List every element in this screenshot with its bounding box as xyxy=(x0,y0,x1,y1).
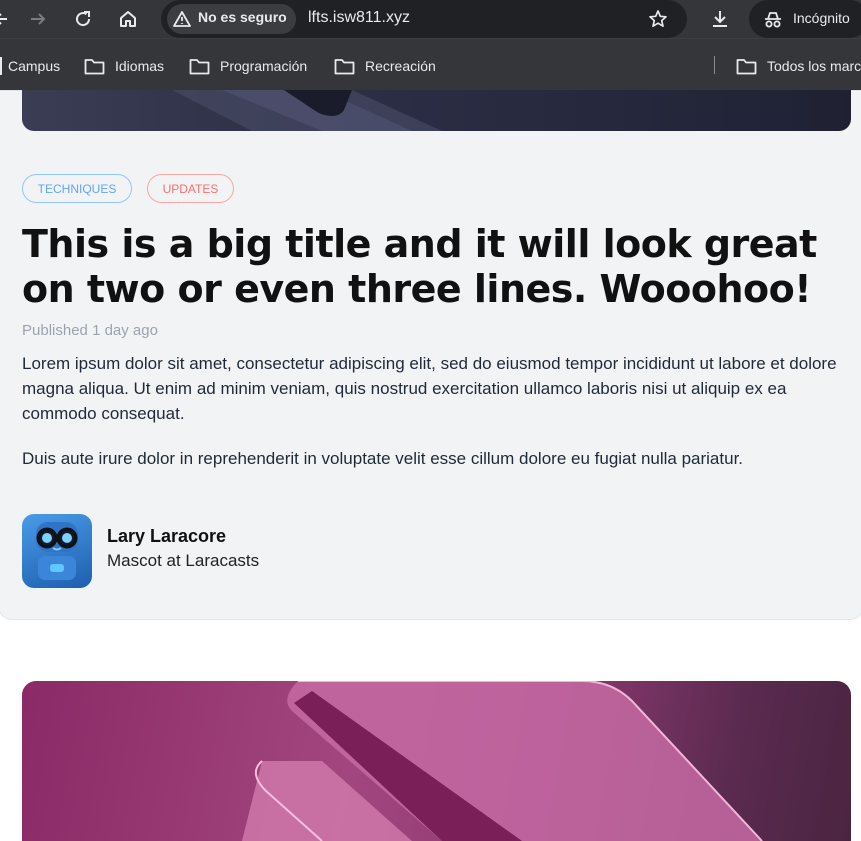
post-title[interactable]: This is a big title and it will look gre… xyxy=(22,222,852,312)
folder-icon xyxy=(736,58,757,74)
bookmark-label: Programación xyxy=(220,58,308,74)
back-arrow-icon[interactable] xyxy=(0,8,14,30)
folder-icon xyxy=(0,57,2,75)
hero-illustration xyxy=(172,90,442,131)
author-name: Lary Laracore xyxy=(107,526,227,546)
robot-mascot-icon xyxy=(36,522,78,580)
bookmark-label: Idiomas xyxy=(115,58,165,74)
all-bookmarks[interactable]: Todos los marc xyxy=(736,56,861,76)
post-hero-image[interactable] xyxy=(22,90,851,131)
folder-icon xyxy=(84,58,105,74)
security-label: No es seguro xyxy=(198,9,287,25)
forward-arrow-icon[interactable] xyxy=(27,8,49,30)
reload-icon[interactable] xyxy=(72,8,94,30)
tag-techniques[interactable]: TECHNIQUES xyxy=(22,174,132,203)
published-meta: Published 1 day ago xyxy=(22,322,158,339)
bookmarks-divider xyxy=(714,56,715,74)
bookmark-campus[interactable]: Campus xyxy=(0,56,60,76)
home-icon[interactable] xyxy=(117,8,139,30)
folder-icon xyxy=(334,58,355,74)
hero-illustration xyxy=(242,681,763,841)
published-prefix: Published xyxy=(22,322,88,339)
bookmark-programacion[interactable]: Programación xyxy=(189,56,307,76)
warning-icon xyxy=(173,11,191,27)
bookmark-recreacion[interactable]: Recreación xyxy=(334,56,436,76)
incognito-label: Incógnito xyxy=(793,10,850,26)
all-bookmarks-label: Todos los marc xyxy=(767,58,861,74)
author-avatar xyxy=(22,514,92,588)
star-icon[interactable] xyxy=(647,8,669,30)
browser-toolbar: No es seguro lfts.isw811.xyz Incógnito xyxy=(0,0,861,38)
bookmark-idiomas[interactable]: Idiomas xyxy=(84,56,164,76)
url-text[interactable]: lfts.isw811.xyz xyxy=(308,9,410,27)
folder-icon xyxy=(189,58,210,74)
next-post-hero-image[interactable] xyxy=(22,681,851,841)
published-when: 1 day ago xyxy=(92,322,158,339)
download-icon[interactable] xyxy=(709,8,731,30)
author-role: Mascot at Laracasts xyxy=(107,551,260,570)
bookmark-label: Recreación xyxy=(365,58,436,74)
incognito-icon xyxy=(765,12,781,28)
bookmarks-bar: Campus Idiomas Programación Recreación T… xyxy=(0,38,861,90)
post-excerpt-paragraph: Lorem ipsum dolor sit amet, consectetur … xyxy=(22,354,837,423)
post-excerpt-paragraph: Duis aute irure dolor in reprehenderit i… xyxy=(22,449,744,468)
tag-updates[interactable]: UPDATES xyxy=(147,174,234,203)
bookmark-label: Campus xyxy=(8,58,61,74)
